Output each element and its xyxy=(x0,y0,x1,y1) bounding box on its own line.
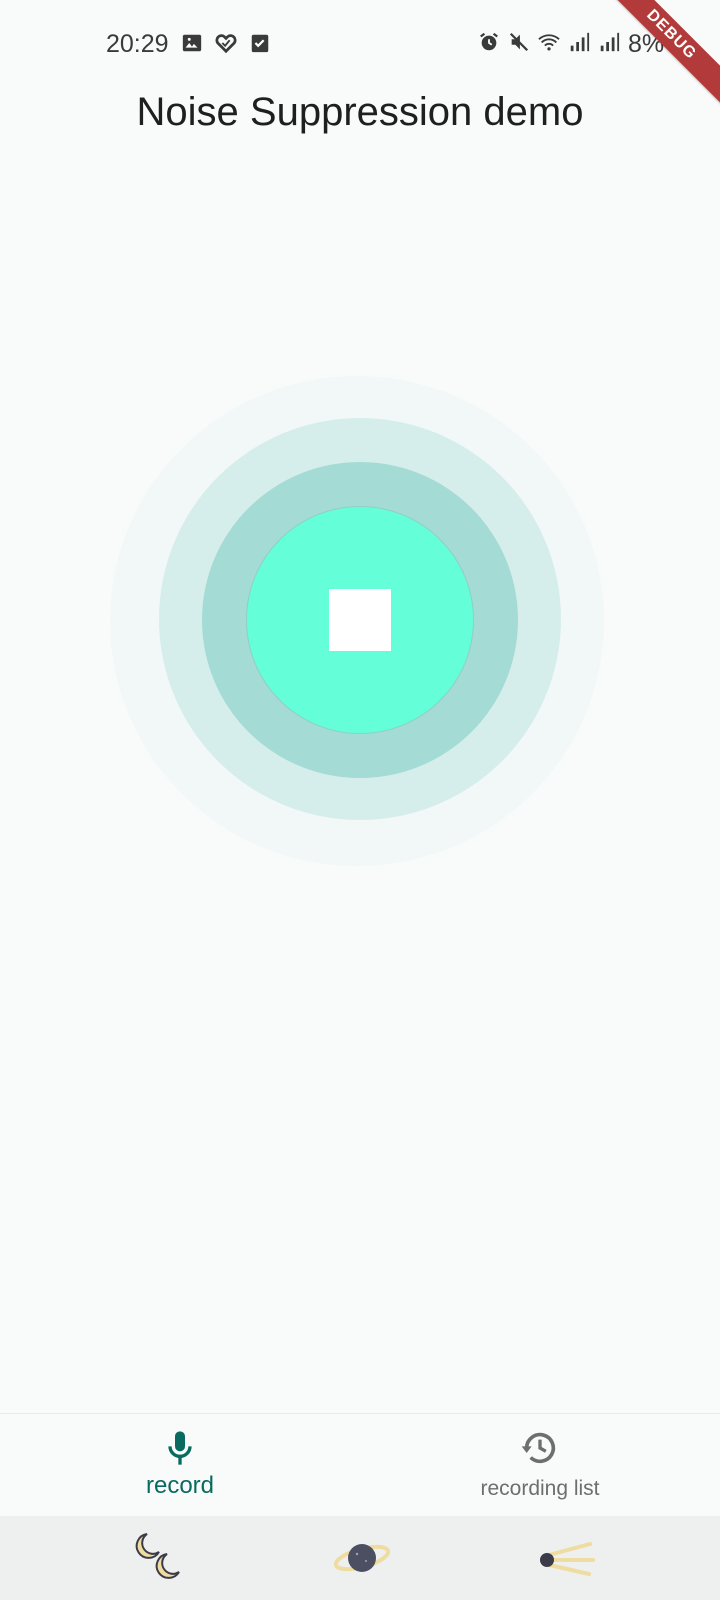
signal-icon xyxy=(600,32,620,52)
status-bar: 20:29 8% xyxy=(0,0,720,88)
stop-icon[interactable] xyxy=(329,589,391,651)
bottom-navigation: record recording list xyxy=(0,1413,720,1516)
comet-icon[interactable] xyxy=(535,1530,595,1586)
planet-icon[interactable] xyxy=(332,1530,392,1586)
nav-item-record[interactable]: record xyxy=(0,1414,360,1516)
status-right-icons xyxy=(478,31,620,53)
recorder-visual xyxy=(110,376,610,866)
signal-icon xyxy=(570,32,590,52)
mic-icon xyxy=(168,1431,192,1465)
history-icon xyxy=(521,1432,556,1464)
nav-label-record: record xyxy=(145,1472,215,1499)
alarm-icon xyxy=(480,32,498,51)
checkbox-icon xyxy=(251,34,269,53)
health-icon xyxy=(215,34,237,54)
image-icon xyxy=(182,34,202,52)
status-left-icons xyxy=(181,32,271,54)
moons-icon[interactable] xyxy=(133,1530,193,1586)
status-time: 20:29 xyxy=(106,30,169,58)
nav-label-recording-list: recording list xyxy=(480,1477,600,1500)
wifi-icon xyxy=(538,34,560,51)
system-navigation-bar xyxy=(0,1516,720,1600)
page-title: Noise Suppression demo xyxy=(136,90,584,134)
nav-item-recording-list[interactable]: recording list xyxy=(360,1414,720,1516)
mute-icon xyxy=(509,32,529,52)
